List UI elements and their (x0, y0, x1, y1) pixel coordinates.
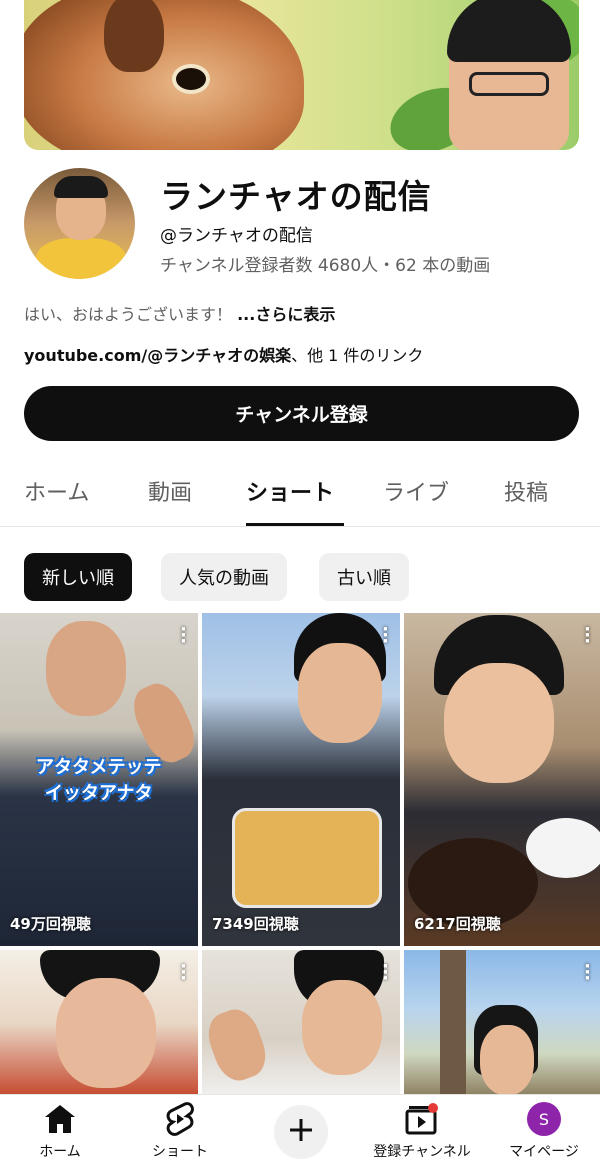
link-host[interactable]: youtube.com/@ランチャオの娯楽 (24, 346, 291, 365)
short-thumbnail[interactable]: · · · (404, 950, 600, 1098)
channel-links[interactable]: youtube.com/@ランチャオの娯楽、他 1 件のリンク (24, 342, 423, 366)
short-thumbnail[interactable]: · · · (0, 950, 198, 1098)
caption-line: イッタアナタ (44, 783, 153, 804)
link-suffix[interactable]: 、他 1 件のリンク (291, 346, 423, 365)
tab-home[interactable]: ホーム (24, 475, 89, 507)
filter-oldest[interactable]: 古い順 (319, 553, 409, 601)
short-thumbnail[interactable]: · · · (202, 950, 400, 1098)
banner-chipmunk-eye (172, 64, 210, 94)
avatar-shirt (36, 238, 126, 279)
more-options-icon[interactable]: · · · (382, 958, 389, 988)
filter-newest[interactable]: 新しい順 (24, 553, 132, 601)
short-thumbnail[interactable]: アタタメテッテ イッタアナタ · · · 49万回視聴 (0, 613, 198, 946)
tab-shorts[interactable]: ショート (246, 475, 334, 507)
channel-stats: チャンネル登録者数 4680人・62 本の動画 (160, 256, 491, 276)
more-options-icon[interactable]: · · · (382, 621, 389, 651)
shorts-icon (120, 1101, 240, 1137)
plus-icon (287, 1116, 315, 1148)
tab-videos[interactable]: 動画 (148, 475, 192, 507)
banner-person-hair (447, 0, 571, 62)
description-text: はい、おはようございます！ (24, 305, 238, 324)
more-options-icon[interactable]: · · · (180, 621, 187, 651)
channel-description[interactable]: はい、おはようございます！ ...さらに表示 (24, 301, 335, 325)
bottom-navigation: ホーム ショート 登録チャンネル S マイページ (0, 1094, 600, 1168)
home-icon (0, 1101, 120, 1137)
nav-subscriptions-label: 登録チャンネル (373, 1144, 471, 1160)
nav-subscriptions[interactable]: 登録チャンネル (362, 1101, 482, 1161)
short-view-count: 6217回視聴 (414, 915, 501, 933)
channel-avatar[interactable] (24, 168, 135, 279)
channel-tabs: ホーム 動画 ショート ライブ 投稿 (0, 455, 600, 527)
subscribe-button[interactable]: チャンネル登録 (24, 386, 579, 441)
short-overlay-caption: アタタメテッテ イッタアナタ (36, 755, 161, 807)
nav-shorts-label: ショート (152, 1144, 208, 1160)
short-view-count: 49万回視聴 (10, 915, 91, 933)
channel-banner (24, 0, 579, 150)
caption-line: アタタメテッテ (36, 757, 162, 778)
short-view-count: 7349回視聴 (212, 915, 299, 933)
nav-home-label: ホーム (39, 1144, 81, 1160)
more-options-icon[interactable]: · · · (584, 958, 591, 988)
short-thumbnail[interactable]: · · · 7349回視聴 (202, 613, 400, 946)
nav-home[interactable]: ホーム (0, 1101, 120, 1161)
subscriptions-icon (362, 1101, 482, 1137)
channel-handle: @ランチャオの配信 (160, 226, 313, 246)
banner-chipmunk-ear (104, 0, 164, 72)
avatar-hair (54, 176, 108, 198)
banner-chipmunk-art (24, 0, 304, 150)
nav-shorts[interactable]: ショート (120, 1101, 240, 1161)
more-options-icon[interactable]: · · · (584, 621, 591, 651)
channel-name: ランチャオの配信 (160, 177, 432, 216)
banner-person-glasses (469, 72, 549, 96)
short-thumbnail[interactable]: · · · 6217回視聴 (404, 613, 600, 946)
nav-mypage[interactable]: S マイページ (484, 1101, 600, 1161)
create-button[interactable] (274, 1105, 328, 1159)
mypage-avatar-wrap: S (484, 1101, 600, 1137)
active-tab-indicator (246, 523, 344, 526)
nav-mypage-label: マイページ (509, 1144, 579, 1160)
tab-live[interactable]: ライブ (383, 475, 449, 507)
more-options-icon[interactable]: · · · (180, 958, 187, 988)
filter-popular[interactable]: 人気の動画 (161, 553, 287, 601)
tab-posts[interactable]: 投稿 (504, 475, 548, 507)
user-avatar: S (527, 1102, 561, 1136)
show-more-link[interactable]: ...さらに表示 (237, 305, 335, 324)
